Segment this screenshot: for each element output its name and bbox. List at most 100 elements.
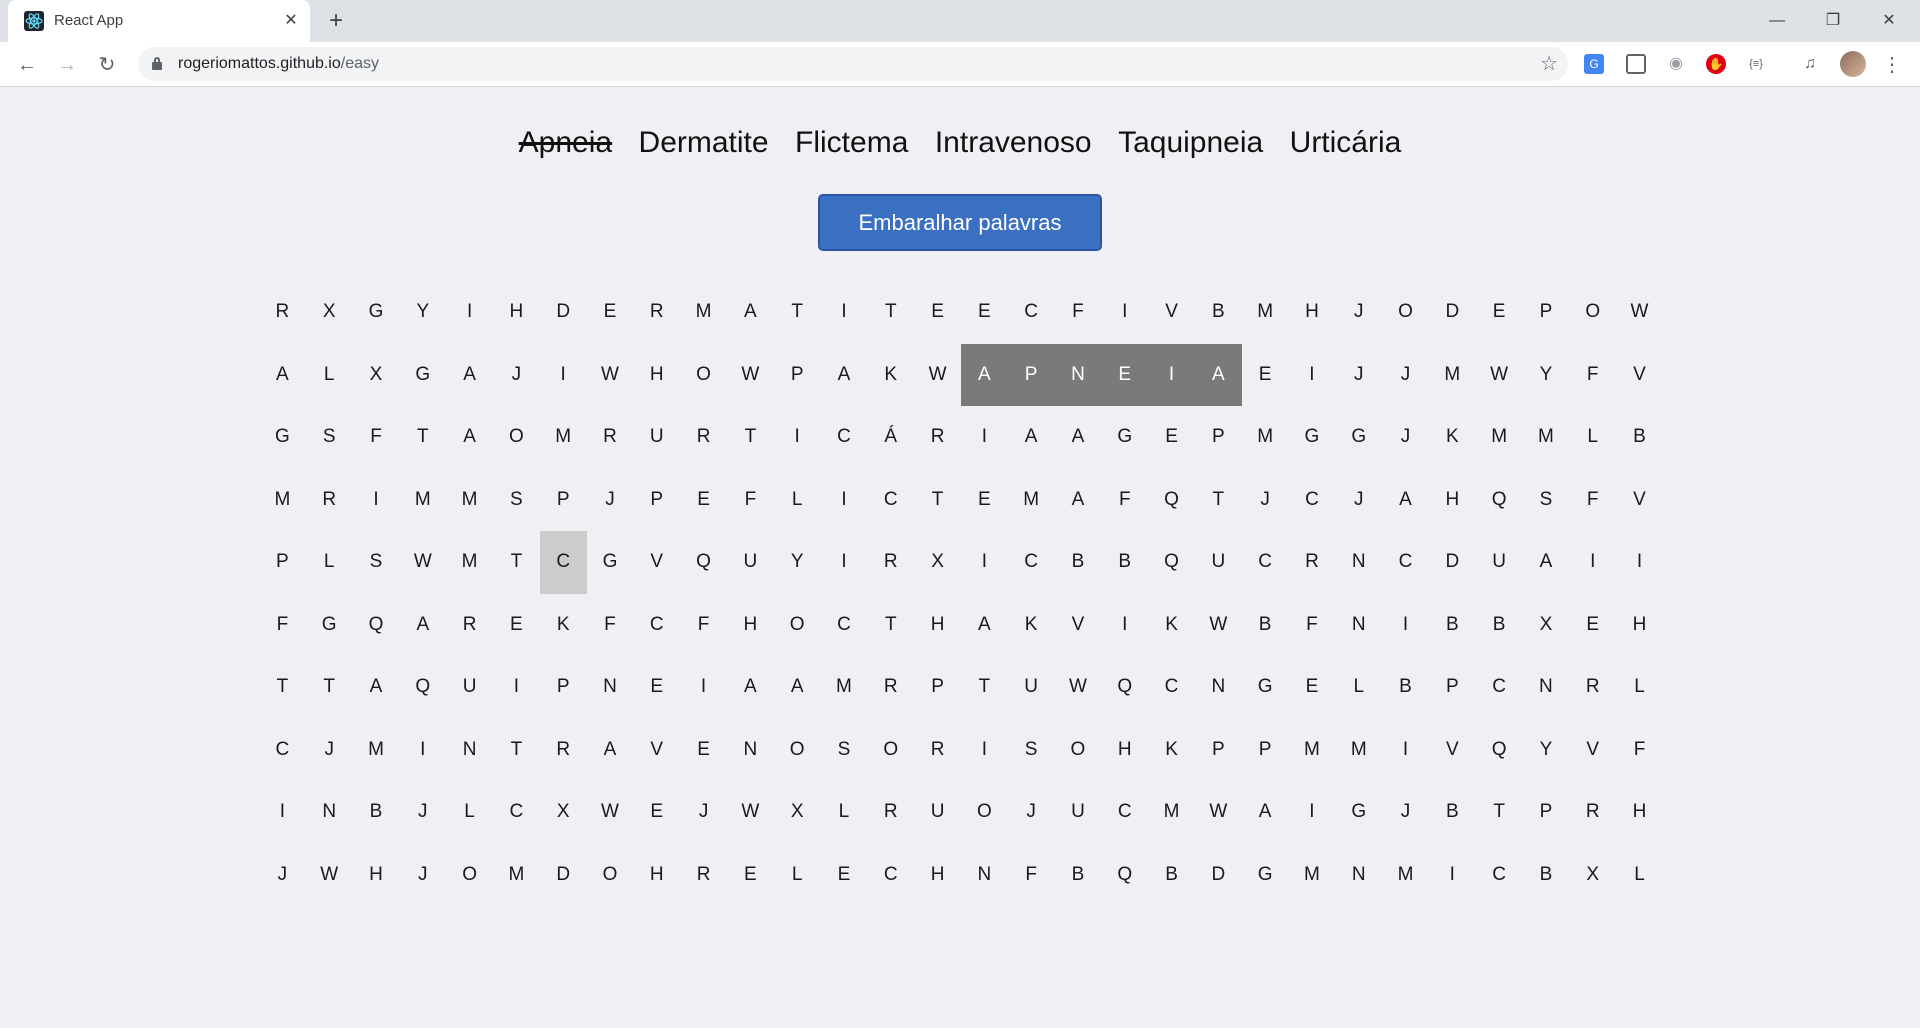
grid-cell[interactable]: A [399, 594, 446, 657]
grid-cell[interactable]: E [587, 281, 634, 344]
grid-cell[interactable]: W [1195, 594, 1242, 657]
media-control-icon[interactable]: ♫ [1800, 54, 1820, 74]
grid-cell[interactable]: R [306, 469, 353, 532]
grid-cell[interactable]: T [867, 594, 914, 657]
grid-cell[interactable]: H [493, 281, 540, 344]
grid-cell[interactable]: B [1242, 594, 1289, 657]
grid-cell[interactable]: B [1148, 844, 1195, 907]
grid-cell[interactable]: A [446, 344, 493, 407]
grid-cell[interactable]: E [1569, 594, 1616, 657]
grid-cell[interactable]: F [1008, 844, 1055, 907]
grid-cell[interactable]: J [587, 469, 634, 532]
grid-cell[interactable]: H [914, 844, 961, 907]
grid-cell[interactable]: A [353, 656, 400, 719]
json-extension-icon[interactable]: {≡} [1746, 54, 1766, 74]
grid-cell[interactable]: Y [774, 531, 821, 594]
grid-cell[interactable]: Á [867, 406, 914, 469]
grid-cell[interactable]: G [1242, 656, 1289, 719]
grid-cell[interactable]: C [1101, 781, 1148, 844]
grid-cell[interactable]: I [821, 531, 868, 594]
browser-menu-icon[interactable]: ⋮ [1882, 50, 1902, 80]
grid-cell[interactable]: I [446, 281, 493, 344]
grid-cell[interactable]: W [1055, 656, 1102, 719]
grid-cell[interactable]: J [493, 344, 540, 407]
grid-cell[interactable]: E [1148, 406, 1195, 469]
grid-cell[interactable]: M [446, 469, 493, 532]
grid-cell[interactable]: J [259, 844, 306, 907]
grid-cell[interactable]: V [1429, 719, 1476, 782]
grid-cell[interactable]: H [633, 344, 680, 407]
reload-icon[interactable]: ↻ [92, 50, 122, 80]
grid-cell[interactable]: A [1523, 531, 1570, 594]
grid-cell[interactable]: P [1523, 281, 1570, 344]
grid-cell[interactable]: I [774, 406, 821, 469]
grid-cell[interactable]: P [1195, 406, 1242, 469]
grid-cell[interactable]: N [1335, 594, 1382, 657]
grid-cell[interactable]: B [1055, 844, 1102, 907]
grid-cell[interactable]: C [867, 469, 914, 532]
grid-cell[interactable]: L [774, 469, 821, 532]
grid-cell[interactable]: C [1382, 531, 1429, 594]
grid-cell[interactable]: T [727, 406, 774, 469]
grid-cell[interactable]: D [540, 844, 587, 907]
window-close-icon[interactable]: ✕ [1866, 6, 1912, 36]
grid-cell[interactable]: R [867, 781, 914, 844]
grid-cell[interactable]: R [1569, 781, 1616, 844]
grid-cell[interactable]: P [1429, 656, 1476, 719]
grid-cell[interactable]: J [1382, 406, 1429, 469]
grid-cell[interactable]: K [867, 344, 914, 407]
grid-cell[interactable]: A [446, 406, 493, 469]
grid-cell[interactable]: O [774, 719, 821, 782]
grid-cell[interactable]: N [446, 719, 493, 782]
grid-cell[interactable]: T [1476, 781, 1523, 844]
grid-cell[interactable]: M [680, 281, 727, 344]
grid-cell[interactable]: J [1382, 344, 1429, 407]
grid-cell[interactable]: A [1055, 469, 1102, 532]
grid-cell[interactable]: L [774, 844, 821, 907]
grid-cell[interactable]: V [1616, 469, 1663, 532]
grid-cell[interactable]: C [1242, 531, 1289, 594]
grid-cell[interactable]: G [1242, 844, 1289, 907]
grid-cell[interactable]: M [446, 531, 493, 594]
grid-cell[interactable]: B [353, 781, 400, 844]
grid-cell[interactable]: M [353, 719, 400, 782]
grid-cell[interactable]: M [1008, 469, 1055, 532]
grid-cell[interactable]: M [1523, 406, 1570, 469]
grid-cell[interactable]: G [1335, 781, 1382, 844]
grid-cell[interactable]: B [1055, 531, 1102, 594]
grid-cell[interactable]: X [914, 531, 961, 594]
grid-cell[interactable]: I [961, 406, 1008, 469]
grid-cell[interactable]: K [1429, 406, 1476, 469]
grid-cell[interactable]: H [914, 594, 961, 657]
grid-cell[interactable]: I [540, 344, 587, 407]
grid-cell[interactable]: C [1008, 281, 1055, 344]
grid-cell[interactable]: L [1569, 406, 1616, 469]
grid-cell[interactable]: T [774, 281, 821, 344]
grid-cell[interactable]: U [1195, 531, 1242, 594]
grid-cell[interactable]: D [1429, 531, 1476, 594]
grid-cell[interactable]: O [1055, 719, 1102, 782]
grid-cell[interactable]: V [1569, 719, 1616, 782]
grid-cell[interactable]: A [727, 281, 774, 344]
grid-cell[interactable]: R [914, 406, 961, 469]
grid-cell[interactable]: P [633, 469, 680, 532]
grid-cell[interactable]: T [306, 656, 353, 719]
grid-cell[interactable]: Y [1523, 719, 1570, 782]
grid-cell[interactable]: V [1055, 594, 1102, 657]
grid-cell[interactable]: T [961, 656, 1008, 719]
grid-cell[interactable]: Y [399, 281, 446, 344]
shuffle-words-button[interactable]: Embaralhar palavras [818, 194, 1102, 251]
tab-close-icon[interactable]: ✕ [280, 10, 302, 32]
grid-cell[interactable]: F [1055, 281, 1102, 344]
grid-cell[interactable]: A [774, 656, 821, 719]
grid-cell[interactable]: F [1101, 469, 1148, 532]
grid-cell[interactable]: S [821, 719, 868, 782]
grid-cell[interactable]: R [587, 406, 634, 469]
grid-cell[interactable]: J [1335, 469, 1382, 532]
grid-cell[interactable]: C [1148, 656, 1195, 719]
grid-cell[interactable]: O [587, 844, 634, 907]
grid-cell[interactable]: H [1289, 281, 1336, 344]
grid-cell[interactable]: C [821, 594, 868, 657]
grid-cell[interactable]: G [1289, 406, 1336, 469]
grid-cell[interactable]: A [1194, 343, 1242, 406]
